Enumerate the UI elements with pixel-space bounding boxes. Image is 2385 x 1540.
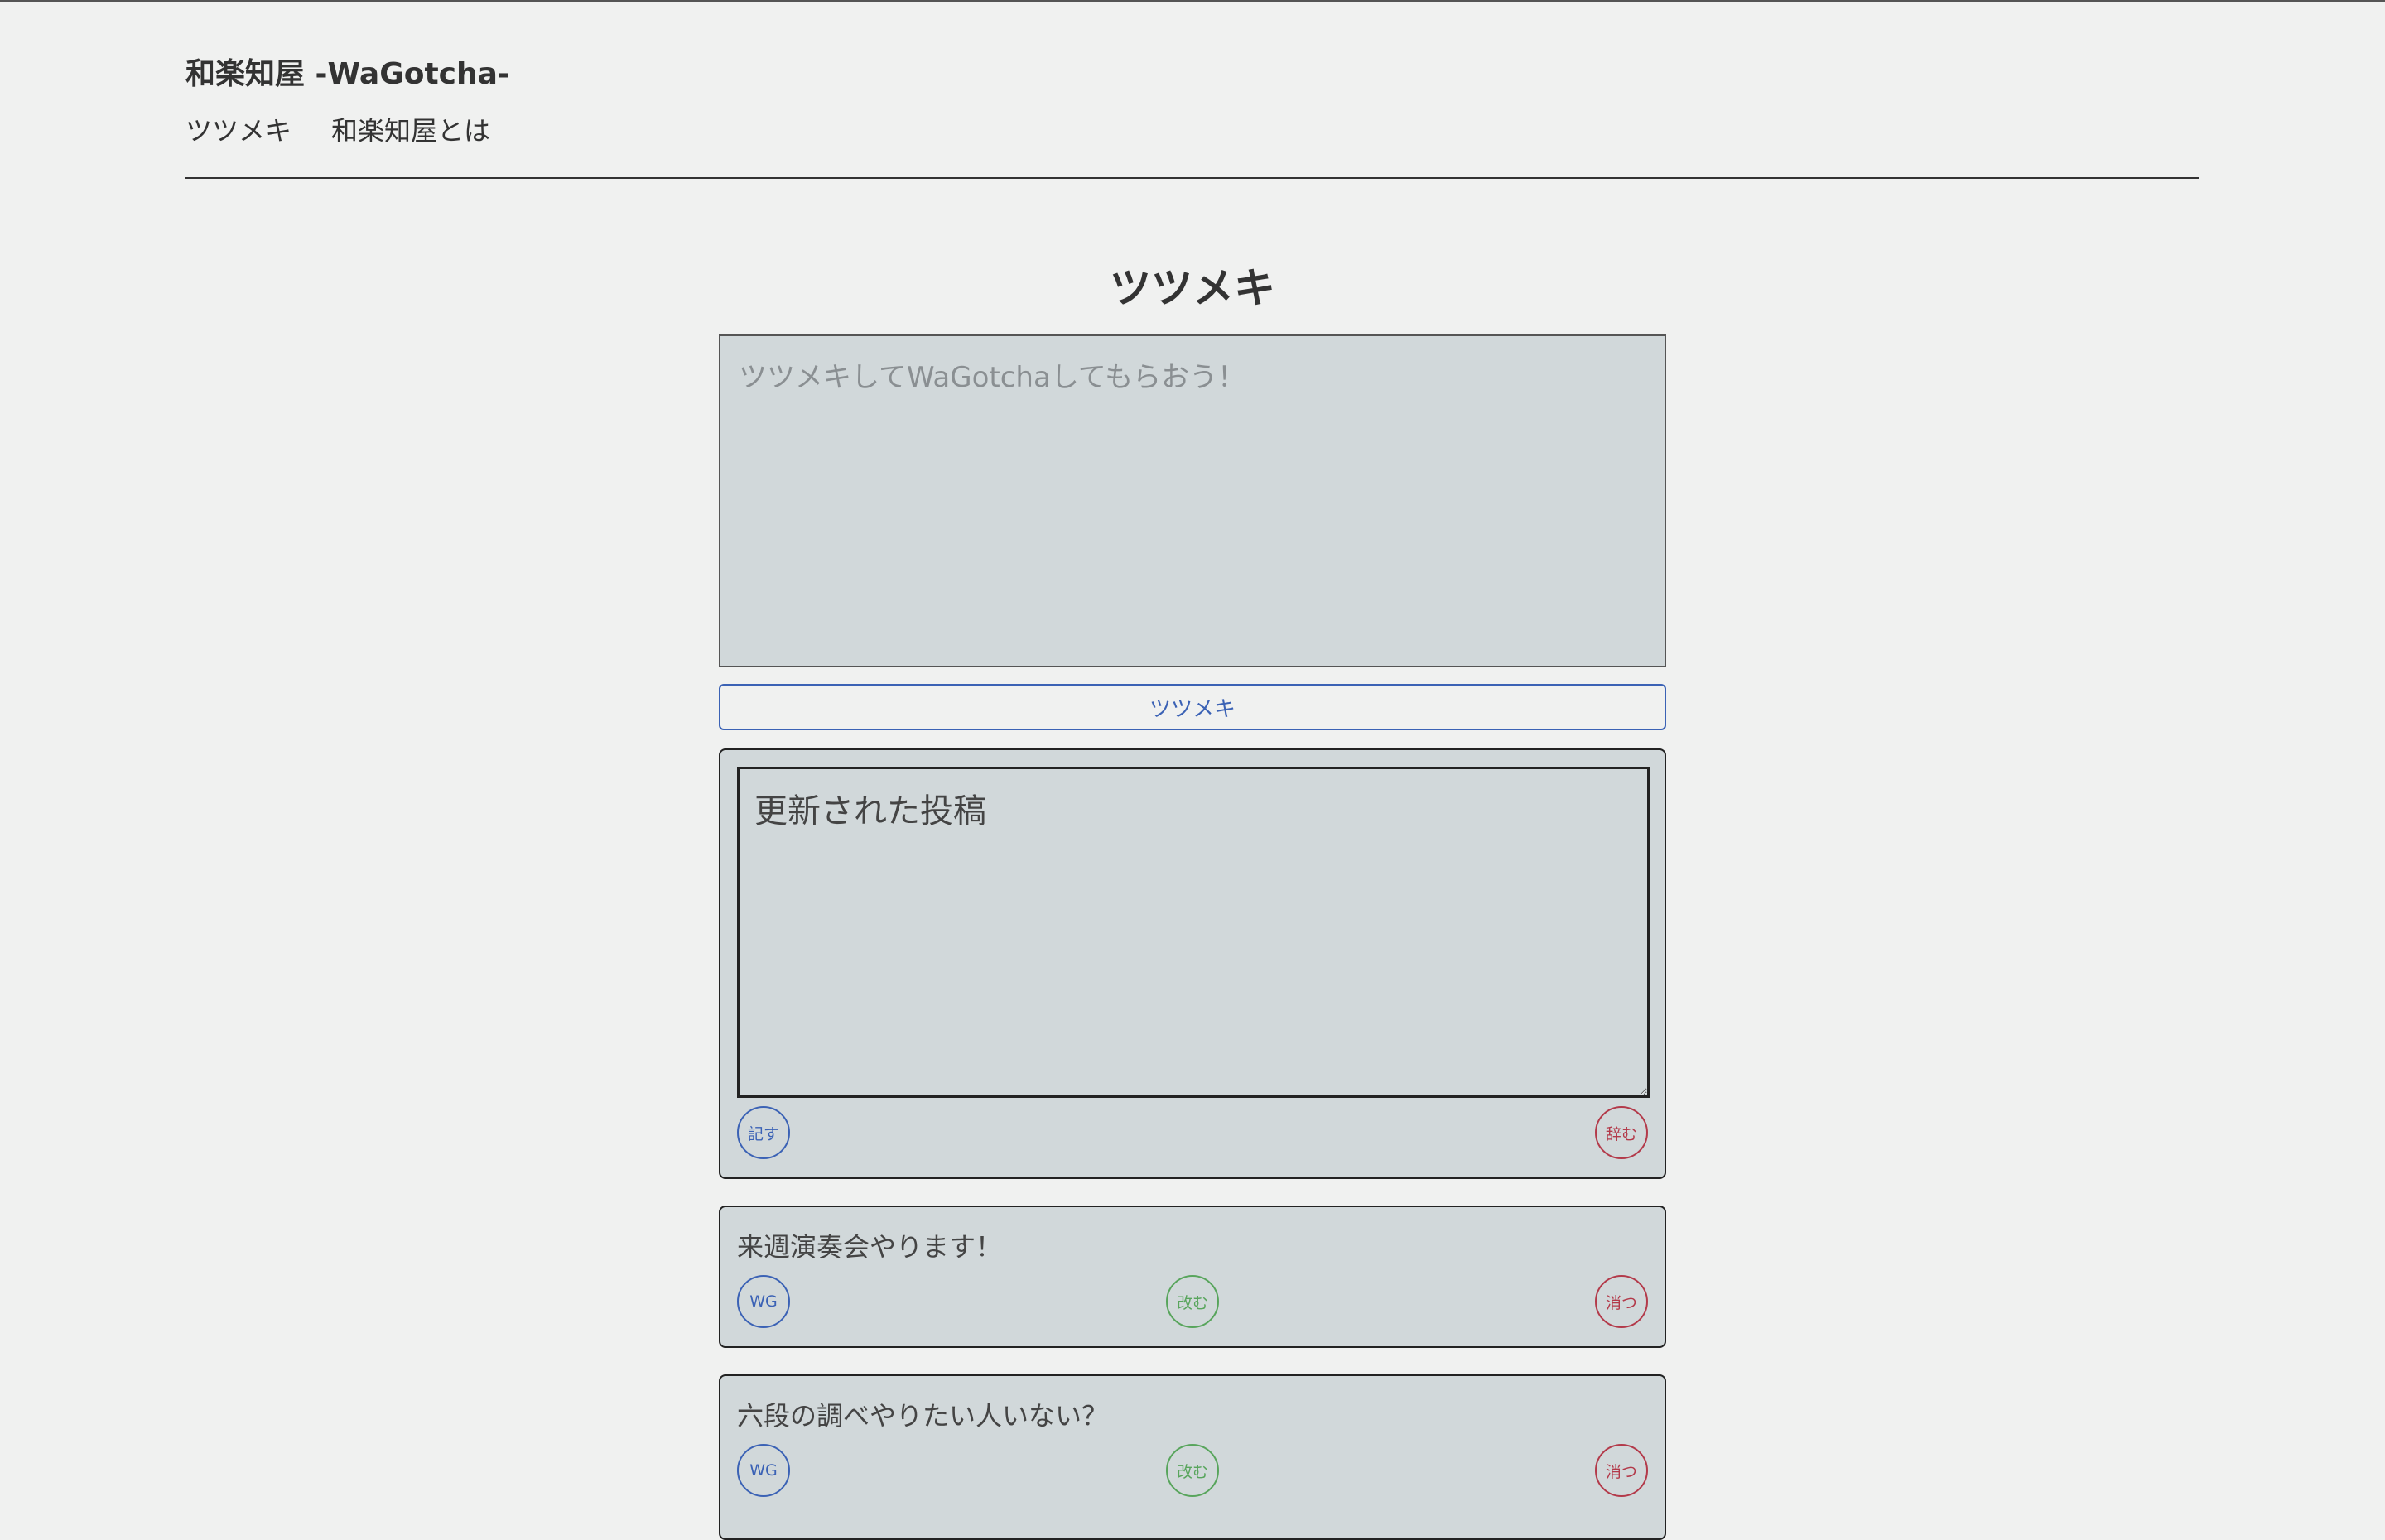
post-text: 来週演奏会やります！ [737, 1231, 1003, 1263]
post-actions: WG 改む 消つ [737, 1275, 1648, 1328]
main-nav: ツツメキ 和楽知屋とは [186, 113, 2200, 149]
compose-input[interactable] [719, 334, 1666, 667]
header-divider [186, 177, 2200, 179]
delete-button[interactable]: 消つ [1595, 1444, 1648, 1497]
wagotcha-button[interactable]: WG [737, 1444, 790, 1497]
edit-button[interactable]: 改む [1166, 1275, 1219, 1328]
post-text: 六段の調べやりたい人いない？ [737, 1400, 1109, 1432]
cancel-edit-button[interactable]: 辞む [1595, 1106, 1648, 1159]
delete-button[interactable]: 消つ [1595, 1275, 1648, 1328]
main-content: ツツメキ ツツメキ 更新された投稿 記す 辞む 来週演奏会やります！ WG 改む… [719, 248, 1666, 1540]
post-card: 来週演奏会やります！ WG 改む 消つ [719, 1206, 1666, 1348]
site-title: 和楽知屋 -WaGotcha- [186, 57, 510, 91]
edit-post-card: 更新された投稿 記す 辞む [719, 748, 1666, 1179]
page-title: ツツメキ [1110, 264, 1275, 312]
edit-actions: 記す 辞む [737, 1106, 1648, 1159]
site-header: 和楽知屋 -WaGotcha- ツツメキ 和楽知屋とは [186, 53, 2200, 149]
submit-button[interactable]: ツツメキ [719, 684, 1666, 730]
save-button[interactable]: 記す [737, 1106, 790, 1159]
post-actions: WG 改む 消つ [737, 1444, 1648, 1497]
edit-button[interactable]: 改む [1166, 1444, 1219, 1497]
wagotcha-button[interactable]: WG [737, 1275, 790, 1328]
post-card: 六段の調べやりたい人いない？ WG 改む 消つ [719, 1374, 1666, 1540]
top-border [0, 0, 2385, 2]
nav-item-tsutsumeki[interactable]: ツツメキ [186, 113, 292, 149]
nav-item-about[interactable]: 和楽知屋とは [331, 113, 490, 149]
edit-post-input[interactable]: 更新された投稿 [737, 767, 1650, 1098]
